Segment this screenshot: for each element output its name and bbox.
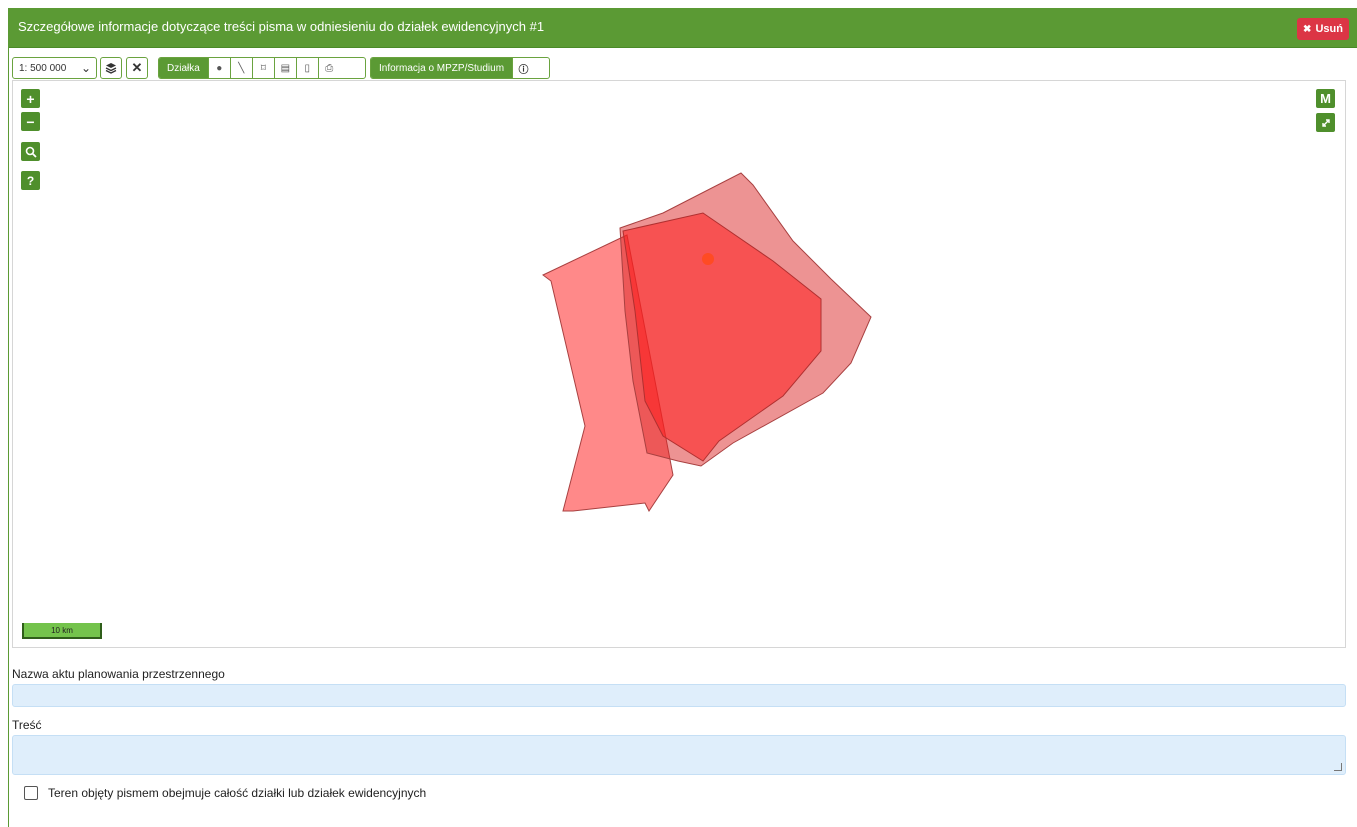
scale-select[interactable]: 1: 500 000 ⌄ (12, 57, 97, 79)
whole-parcel-label[interactable]: Teren objęty pismem obejmuje całość dzia… (48, 786, 426, 800)
map-view[interactable]: + − ? M 10 km (12, 80, 1346, 648)
polygon-icon[interactable]: ⌑ (251, 58, 274, 78)
map-canvas (542, 172, 872, 512)
location-marker (702, 253, 714, 265)
plan-name-input[interactable] (12, 684, 1346, 707)
scale-bar: 10 km (22, 623, 102, 639)
resize-handle-icon[interactable] (1334, 763, 1342, 771)
m-button[interactable]: M (1316, 89, 1335, 108)
mpzp-group: Informacja o MPZP/Studium ⓘ (370, 57, 550, 79)
fullscreen-icon (1321, 118, 1330, 127)
point-icon[interactable]: ● (207, 58, 230, 78)
scale-select-value: 1: 500 000 (19, 62, 67, 74)
plan-name-label: Nazwa aktu planowania przestrzennego (12, 667, 225, 681)
info-icon[interactable]: ⓘ (512, 58, 534, 78)
help-button[interactable]: ? (21, 171, 40, 190)
zoom-in-button[interactable]: + (21, 89, 40, 108)
content-label: Treść (12, 718, 42, 732)
close-icon: ✕ (131, 60, 143, 75)
fullscreen-button[interactable] (1316, 113, 1335, 132)
content-textarea[interactable] (12, 735, 1346, 775)
delete-button-label: Usuń (1315, 23, 1343, 35)
layers-button[interactable] (100, 57, 122, 79)
close-icon: ✖ (1303, 23, 1312, 35)
panel-header: Szczegółowe informacje dotyczące treści … (9, 8, 1357, 48)
search-button[interactable] (21, 142, 40, 161)
line-icon[interactable]: ╲ (229, 58, 252, 78)
clear-button[interactable]: ✕ (126, 57, 148, 79)
panel-title: Szczegółowe informacje dotyczące treści … (18, 19, 545, 34)
whole-parcel-checkbox[interactable] (24, 786, 38, 800)
search-icon (25, 146, 37, 158)
zoom-out-button[interactable]: − (21, 112, 40, 131)
mpzp-button[interactable]: Informacja o MPZP/Studium (371, 58, 513, 78)
document-icon[interactable]: ▯ (295, 58, 318, 78)
delete-button[interactable]: ✖ Usuń (1297, 18, 1349, 40)
table-icon[interactable]: ▤ (273, 58, 296, 78)
layers-icon (105, 63, 117, 74)
parcel-group-label[interactable]: Działka (159, 58, 208, 78)
chevron-down-icon: ⌄ (80, 61, 91, 75)
pdf-icon[interactable]: ⎙ (317, 58, 340, 78)
parcel-tool-group: Działka ● ╲ ⌑ ▤ ▯ ⎙ (158, 57, 366, 79)
